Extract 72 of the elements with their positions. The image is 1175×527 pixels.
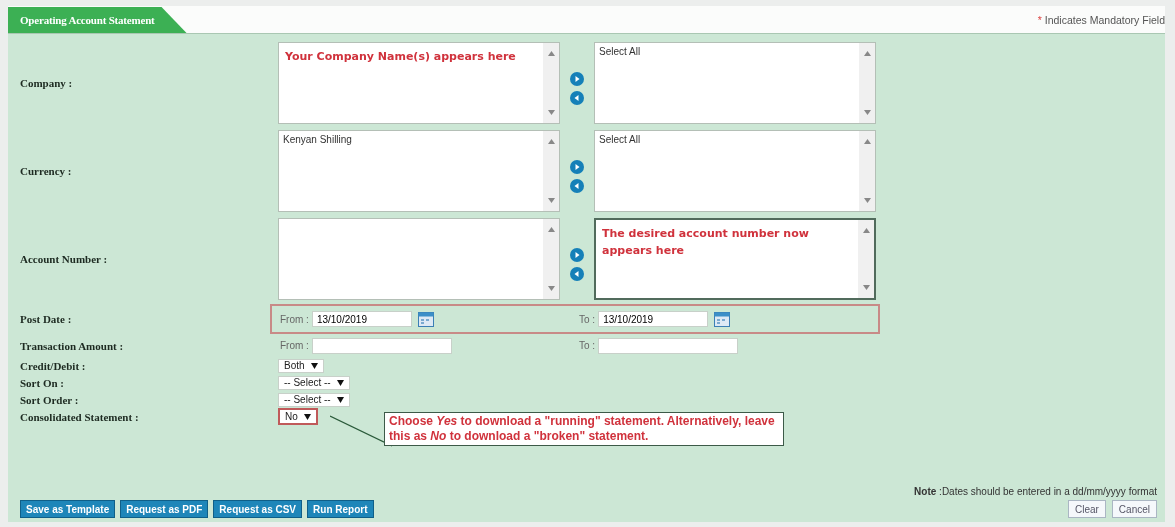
mandatory-asterisk: *: [1037, 13, 1042, 26]
field-label: Sort Order :: [20, 393, 80, 406]
list-item[interactable]: The desired account number now appears here: [600, 223, 854, 261]
scroll-up-icon[interactable]: [863, 51, 871, 56]
scroll-down-icon[interactable]: [547, 110, 555, 115]
available-listbox[interactable]: Kenyan Shilling: [278, 130, 560, 212]
to-label: To :: [579, 340, 596, 351]
form-button[interactable]: Cancel: [1111, 500, 1157, 518]
scroll-down-icon[interactable]: [862, 285, 870, 290]
list-item[interactable]: Your Company Name(s) appears here: [283, 46, 539, 67]
caret-icon[interactable]: [303, 413, 311, 420]
move-right-button[interactable]: [570, 247, 584, 262]
from-label: From :: [280, 340, 309, 351]
action-button[interactable]: Request as PDF: [120, 500, 209, 518]
scrollbar[interactable]: [543, 219, 559, 299]
field-label: Credit/Debit :: [20, 359, 87, 372]
action-button[interactable]: Save as Template: [20, 500, 116, 518]
selected-listbox[interactable]: Select All: [594, 130, 876, 212]
dropdown[interactable]: No: [278, 408, 318, 425]
scroll-down-icon[interactable]: [863, 198, 871, 203]
scroll-up-icon[interactable]: [863, 139, 871, 144]
calendar-icon[interactable]: [714, 311, 731, 327]
available-listbox[interactable]: [278, 218, 560, 300]
to-field[interactable]: [598, 337, 739, 354]
date-format-note: Note :Dates should be entered in a dd/mm/yyyy format: [914, 486, 1157, 497]
scroll-up-icon[interactable]: [862, 228, 870, 233]
scrollbar[interactable]: [859, 43, 875, 123]
dropdown[interactable]: Both: [278, 358, 324, 373]
field-label: Post Date :: [20, 313, 73, 325]
dropdown[interactable]: -- Select --: [278, 392, 350, 407]
calendar-icon[interactable]: [417, 311, 434, 327]
to-label: To :: [579, 313, 596, 325]
scroll-down-icon[interactable]: [547, 198, 555, 203]
field-label: Account Number :: [20, 253, 109, 265]
move-right-button[interactable]: [570, 159, 584, 174]
scrollbar[interactable]: [858, 220, 874, 298]
scroll-up-icon[interactable]: [547, 139, 555, 144]
mandatory-note: Indicates Mandatory Field: [1044, 13, 1165, 26]
move-right-button[interactable]: [570, 71, 584, 86]
move-left-button[interactable]: [570, 90, 584, 105]
list-item[interactable]: Select All: [599, 134, 855, 145]
available-listbox[interactable]: Your Company Name(s) appears here: [278, 42, 560, 124]
field-label: Currency :: [20, 165, 73, 177]
scrollbar[interactable]: [543, 131, 559, 211]
to-field[interactable]: 13/10/2019: [598, 311, 709, 327]
selected-listbox[interactable]: The desired account number now appears here: [594, 218, 876, 300]
scrollbar[interactable]: [543, 43, 559, 123]
caret-icon[interactable]: [336, 396, 344, 403]
move-left-button[interactable]: [570, 178, 584, 193]
from-label: From :: [280, 313, 309, 325]
caret-icon[interactable]: [310, 362, 318, 369]
list-item[interactable]: Kenyan Shilling: [283, 134, 539, 145]
list-item[interactable]: Select All: [599, 46, 855, 57]
scroll-down-icon[interactable]: [547, 286, 555, 291]
scroll-down-icon[interactable]: [863, 110, 871, 115]
dropdown[interactable]: -- Select --: [278, 375, 350, 390]
action-button[interactable]: Run Report: [307, 500, 374, 518]
action-button[interactable]: Request as CSV: [213, 500, 303, 518]
field-label: Company :: [20, 77, 74, 89]
from-field[interactable]: 13/10/2019: [311, 311, 412, 327]
scroll-up-icon[interactable]: [547, 51, 555, 56]
field-label: Consolidated Statement :: [20, 410, 140, 423]
selected-listbox[interactable]: Select All: [594, 42, 876, 124]
callout-note: Choose Yes to download a "running" statement. Alternatively, leave this as No to download a "broken" statement.: [384, 412, 784, 446]
scrollbar[interactable]: [859, 131, 875, 211]
form-button[interactable]: Clear: [1067, 500, 1106, 518]
from-field[interactable]: [311, 337, 452, 354]
field-label: Transaction Amount :: [20, 339, 125, 352]
scroll-up-icon[interactable]: [547, 227, 555, 232]
move-left-button[interactable]: [570, 266, 584, 281]
field-label: Sort On :: [20, 376, 65, 389]
caret-icon[interactable]: [336, 379, 344, 386]
